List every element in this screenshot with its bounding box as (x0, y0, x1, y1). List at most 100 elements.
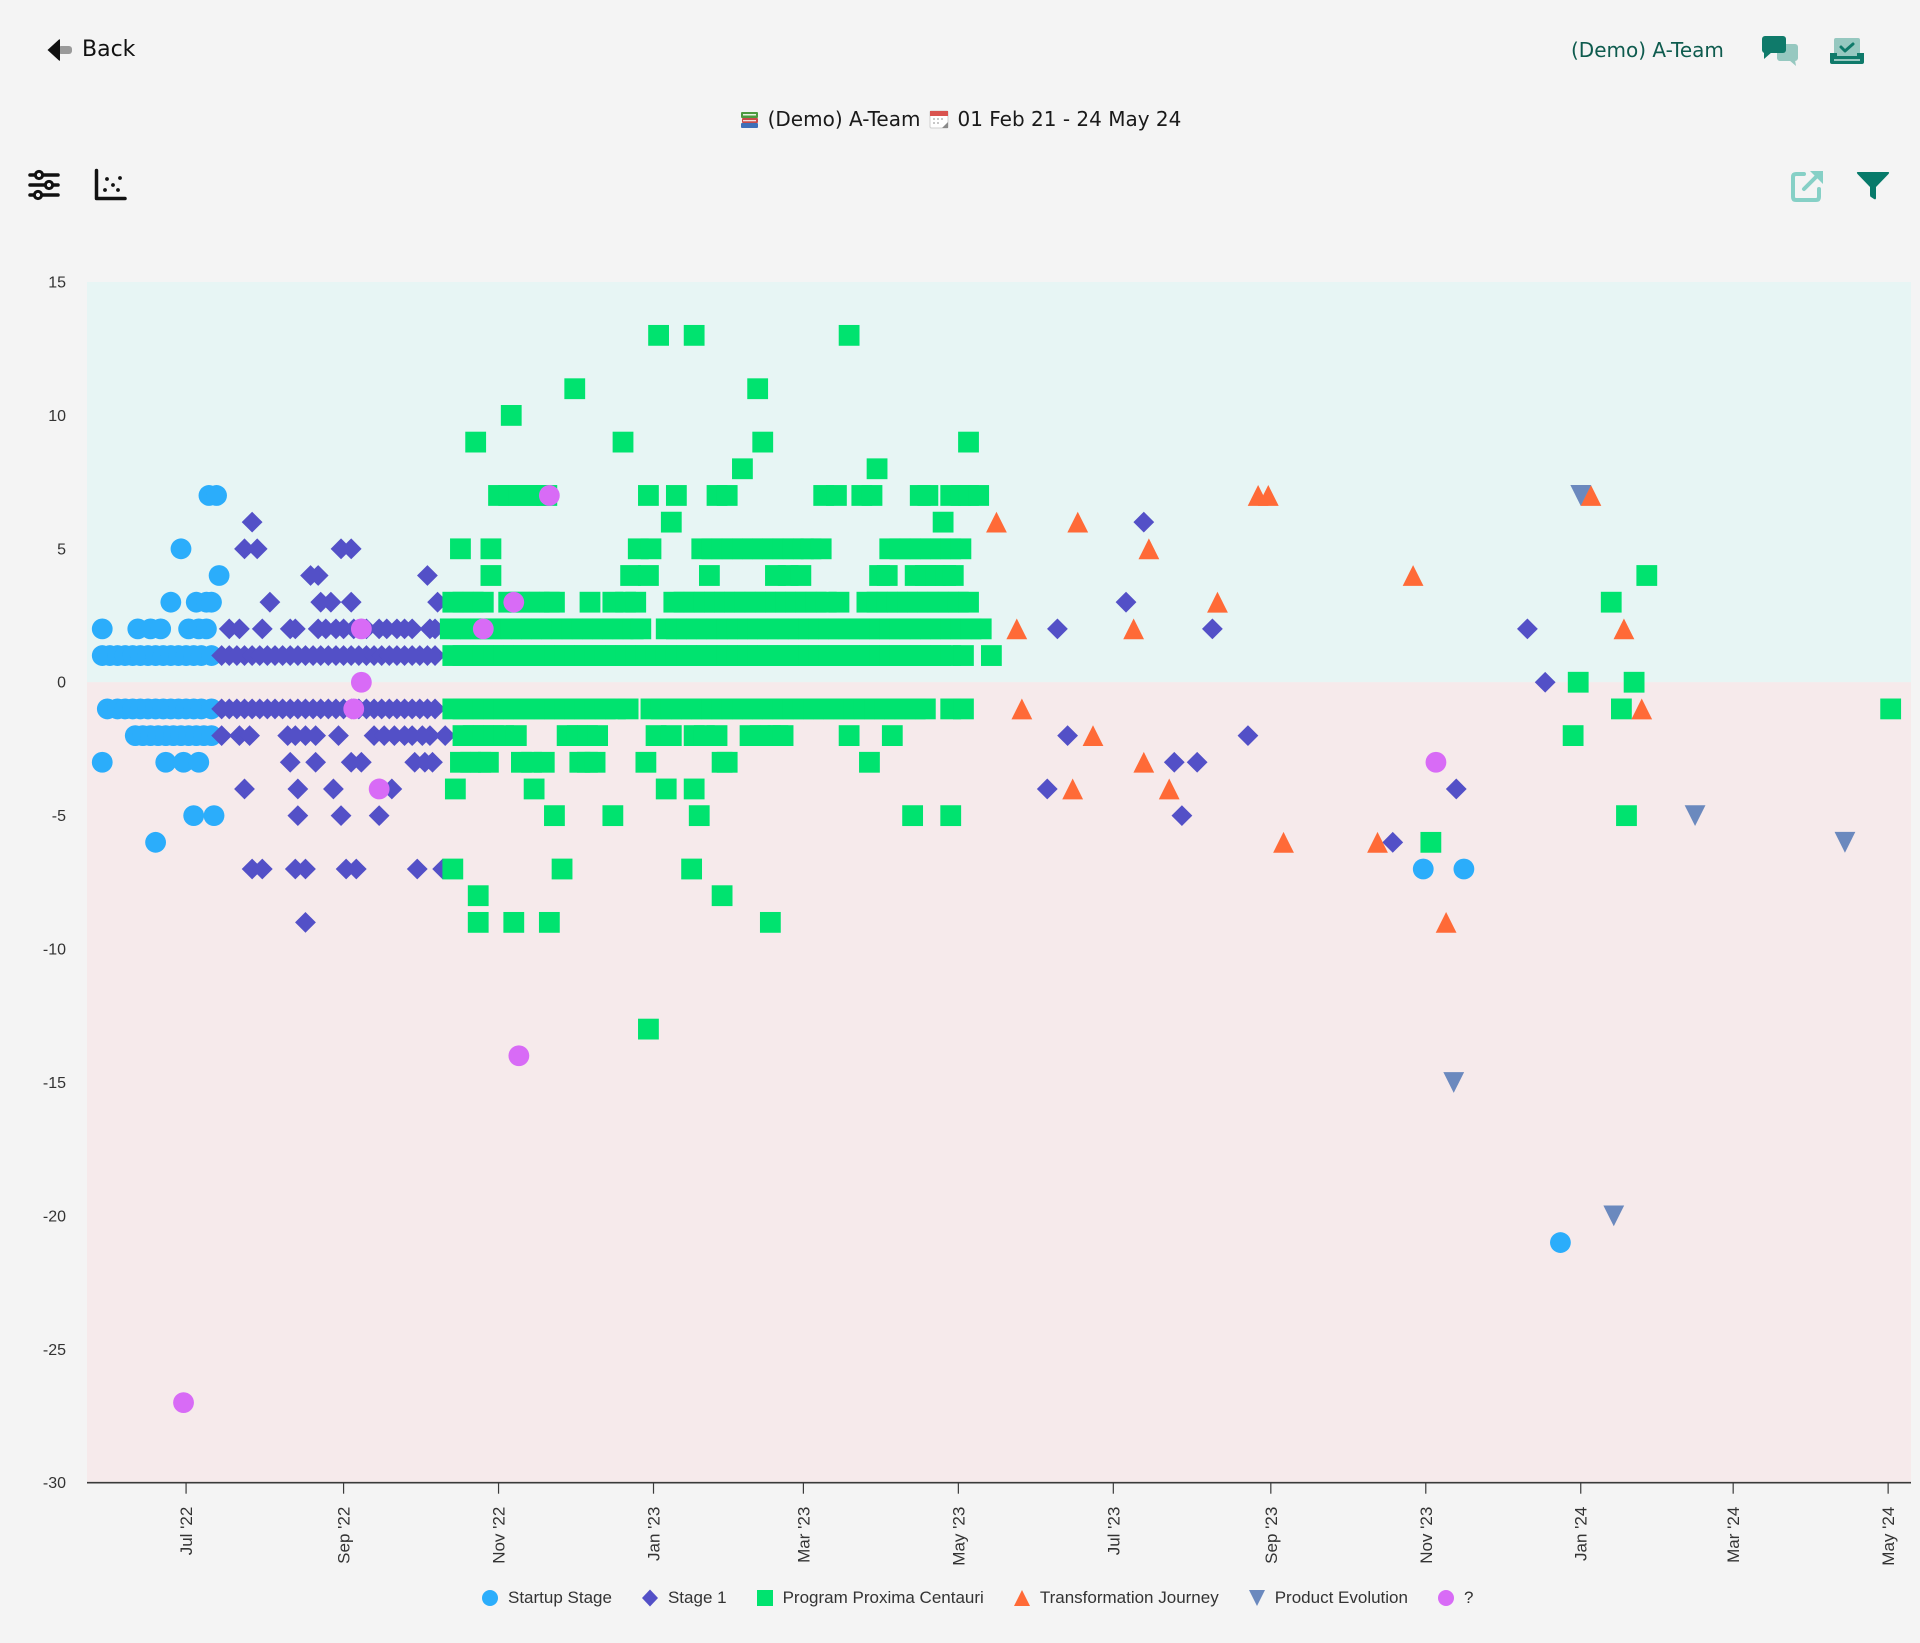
startup-stage-point[interactable] (208, 565, 230, 586)
unknown-point[interactable] (508, 1045, 530, 1067)
program-proxima-centauri-point[interactable] (881, 725, 903, 746)
program-proxima-centauri-point[interactable] (902, 805, 924, 827)
program-proxima-centauri-point[interactable] (1623, 671, 1645, 693)
filter-button[interactable] (1855, 169, 1891, 205)
program-proxima-centauri-point[interactable] (1636, 565, 1658, 586)
program-proxima-centauri-point[interactable] (968, 485, 990, 506)
program-proxima-centauri-point[interactable] (950, 538, 972, 560)
program-proxima-centauri-point[interactable] (1600, 591, 1622, 613)
program-proxima-centauri-point[interactable] (688, 805, 710, 827)
program-proxima-centauri-point[interactable] (958, 591, 979, 613)
startup-stage-point[interactable] (183, 805, 205, 827)
chart-type-button[interactable] (93, 168, 127, 206)
startup-stage-point[interactable] (91, 751, 113, 773)
program-proxima-centauri-point[interactable] (564, 378, 586, 400)
program-proxima-centauri-point[interactable] (732, 458, 753, 480)
program-proxima-centauri-point[interactable] (444, 778, 466, 800)
program-proxima-centauri-point[interactable] (876, 565, 898, 586)
startup-stage-point[interactable] (160, 591, 182, 613)
startup-stage-point[interactable] (1453, 858, 1475, 880)
unknown-point[interactable] (350, 671, 372, 693)
program-proxima-centauri-point[interactable] (706, 725, 728, 746)
program-proxima-centauri-point[interactable] (660, 511, 682, 533)
program-proxima-centauri-point[interactable] (655, 778, 677, 800)
startup-stage-point[interactable] (1412, 858, 1434, 880)
program-proxima-centauri-point[interactable] (917, 485, 939, 506)
program-proxima-centauri-point[interactable] (914, 698, 936, 720)
program-proxima-centauri-point[interactable] (477, 751, 499, 773)
program-proxima-centauri-point[interactable] (711, 885, 733, 907)
program-proxima-centauri-point[interactable] (533, 751, 555, 773)
legend-item-program-proxima-centauri[interactable]: Program Proxima Centauri (755, 1588, 984, 1608)
unknown-point[interactable] (368, 778, 390, 800)
program-proxima-centauri-point[interactable] (970, 618, 992, 640)
program-proxima-centauri-point[interactable] (579, 591, 601, 613)
program-proxima-centauri-point[interactable] (790, 565, 812, 586)
program-proxima-centauri-point[interactable] (638, 485, 659, 506)
unknown-point[interactable] (503, 591, 525, 613)
unknown-point[interactable] (538, 485, 560, 506)
program-proxima-centauri-point[interactable] (544, 805, 565, 827)
program-proxima-centauri-point[interactable] (620, 565, 642, 586)
startup-stage-point[interactable] (91, 618, 113, 640)
chat-button[interactable] (1760, 34, 1800, 72)
program-proxima-centauri-point[interactable] (681, 858, 703, 880)
program-proxima-centauri-point[interactable] (638, 565, 659, 586)
program-proxima-centauri-point[interactable] (584, 751, 606, 773)
program-proxima-centauri-point[interactable] (450, 538, 471, 560)
startup-stage-point[interactable] (201, 591, 222, 613)
program-proxima-centauri-point[interactable] (1616, 805, 1637, 827)
program-proxima-centauri-point[interactable] (538, 911, 560, 933)
program-proxima-centauri-point[interactable] (465, 431, 487, 453)
legend-item-transformation-journey[interactable]: Transformation Journey (1012, 1588, 1219, 1608)
program-proxima-centauri-point[interactable] (698, 565, 720, 586)
program-proxima-centauri-point[interactable] (683, 324, 705, 346)
unknown-point[interactable] (350, 618, 372, 640)
program-proxima-centauri-point[interactable] (716, 485, 738, 506)
startup-stage-point[interactable] (170, 538, 192, 560)
program-proxima-centauri-point[interactable] (747, 378, 769, 400)
program-proxima-centauri-point[interactable] (467, 885, 489, 907)
back-button[interactable]: Back (46, 37, 135, 63)
legend-item-unknown[interactable]: ? (1436, 1588, 1473, 1608)
program-proxima-centauri-point[interactable] (866, 458, 888, 480)
program-proxima-centauri-point[interactable] (759, 911, 781, 933)
program-proxima-centauri-point[interactable] (932, 511, 954, 533)
startup-stage-point[interactable] (188, 751, 210, 773)
startup-stage-point[interactable] (145, 831, 166, 853)
legend-item-product-evolution[interactable]: Product Evolution (1247, 1588, 1408, 1608)
program-proxima-centauri-point[interactable] (480, 538, 502, 560)
program-proxima-centauri-point[interactable] (942, 565, 964, 586)
program-proxima-centauri-point[interactable] (638, 1018, 659, 1040)
program-proxima-centauri-point[interactable] (602, 805, 624, 827)
program-proxima-centauri-point[interactable] (1880, 698, 1902, 720)
unknown-point[interactable] (343, 698, 365, 720)
program-proxima-centauri-point[interactable] (467, 911, 489, 933)
startup-stage-point[interactable] (1550, 1232, 1571, 1253)
program-proxima-centauri-point[interactable] (617, 698, 639, 720)
program-proxima-centauri-point[interactable] (1562, 725, 1584, 746)
program-proxima-centauri-point[interactable] (940, 805, 962, 827)
program-proxima-centauri-point[interactable] (472, 591, 494, 613)
program-proxima-centauri-point[interactable] (635, 751, 657, 773)
program-proxima-centauri-point[interactable] (480, 565, 502, 586)
program-proxima-centauri-point[interactable] (625, 591, 647, 613)
export-button[interactable] (1789, 169, 1825, 207)
program-proxima-centauri-point[interactable] (648, 324, 669, 346)
program-proxima-centauri-point[interactable] (660, 725, 682, 746)
program-proxima-centauri-point[interactable] (544, 591, 565, 613)
startup-stage-point[interactable] (203, 805, 225, 827)
startup-stage-point[interactable] (155, 751, 177, 773)
program-proxima-centauri-point[interactable] (958, 431, 979, 453)
startup-stage-point[interactable] (206, 485, 227, 506)
unknown-point[interactable] (1425, 751, 1447, 773)
program-proxima-centauri-point[interactable] (838, 725, 860, 746)
program-proxima-centauri-point[interactable] (612, 431, 634, 453)
inbox-button[interactable] (1828, 36, 1866, 70)
program-proxima-centauri-point[interactable] (953, 645, 974, 666)
program-proxima-centauri-point[interactable] (500, 405, 522, 426)
program-proxima-centauri-point[interactable] (716, 751, 738, 773)
startup-stage-point[interactable] (195, 618, 217, 640)
program-proxima-centauri-point[interactable] (503, 911, 525, 933)
program-proxima-centauri-point[interactable] (861, 485, 883, 506)
